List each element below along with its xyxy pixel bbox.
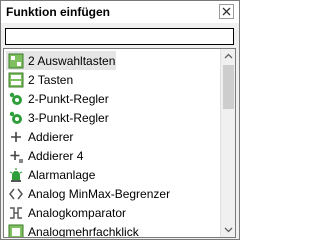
multi-click-icon: [8, 224, 24, 237]
function-list[interactable]: 2 Auswahltasten 2 Tasten 2-Punkt-Regler …: [3, 48, 236, 238]
close-icon: [222, 7, 231, 16]
search-input[interactable]: [5, 28, 234, 45]
two-buttons-icon: [8, 72, 24, 87]
title-bar: Funktion einfügen: [1, 1, 239, 23]
close-button[interactable]: [219, 4, 234, 19]
list-item-label: Addierer: [28, 129, 74, 144]
list-item-label: Alarmanlage: [28, 167, 96, 182]
three-point-controller-icon: [9, 111, 22, 124]
list-item-label: 2 Auswahltasten: [28, 53, 116, 68]
chevron-up-icon: [224, 53, 233, 59]
list-item-label: 2-Punkt-Regler: [28, 91, 109, 106]
scroll-down-button[interactable]: [221, 222, 235, 237]
list-item[interactable]: Alarmanlage: [6, 165, 95, 184]
scrollbar-thumb[interactable]: [223, 65, 234, 109]
alarm-icon: [9, 167, 23, 182]
insert-function-dialog: Funktion einfügen 2 Auswahltasten 2 Tast…: [0, 0, 240, 240]
list-item-label: Analogmehrfachklick: [28, 224, 139, 238]
list-item[interactable]: Addierer 4: [6, 146, 83, 165]
comparator-icon: [10, 206, 22, 219]
dialog-title: Funktion einfügen: [6, 5, 110, 19]
list-item-label: Addierer 4: [28, 148, 84, 163]
list-item[interactable]: 2-Punkt-Regler: [6, 89, 109, 108]
scroll-up-button[interactable]: [221, 49, 235, 64]
list-item[interactable]: Addierer: [6, 127, 73, 146]
two-point-controller-icon: [9, 92, 22, 105]
plus-four-icon: [10, 150, 23, 163]
plus-icon: [11, 131, 21, 142]
list-item[interactable]: Analogkomparator: [6, 203, 126, 222]
list-item[interactable]: 2 Tasten: [6, 70, 73, 89]
list-item[interactable]: 2 Auswahltasten: [6, 51, 116, 70]
list-item-label: Analogkomparator: [28, 205, 127, 220]
list-item[interactable]: 3-Punkt-Regler: [6, 108, 109, 127]
vertical-scrollbar[interactable]: [220, 49, 235, 237]
list-item[interactable]: Analog MinMax-Begrenzer: [6, 184, 170, 203]
list-item-label: 3-Punkt-Regler: [28, 110, 109, 125]
two-select-buttons-icon: [8, 53, 24, 68]
chevron-down-icon: [224, 227, 233, 233]
list-item-label: Analog MinMax-Begrenzer: [28, 186, 171, 201]
list-item[interactable]: Analogmehrfachklick: [6, 222, 139, 238]
minmax-limiter-icon: [9, 188, 23, 199]
list-item-label: 2 Tasten: [28, 72, 74, 87]
